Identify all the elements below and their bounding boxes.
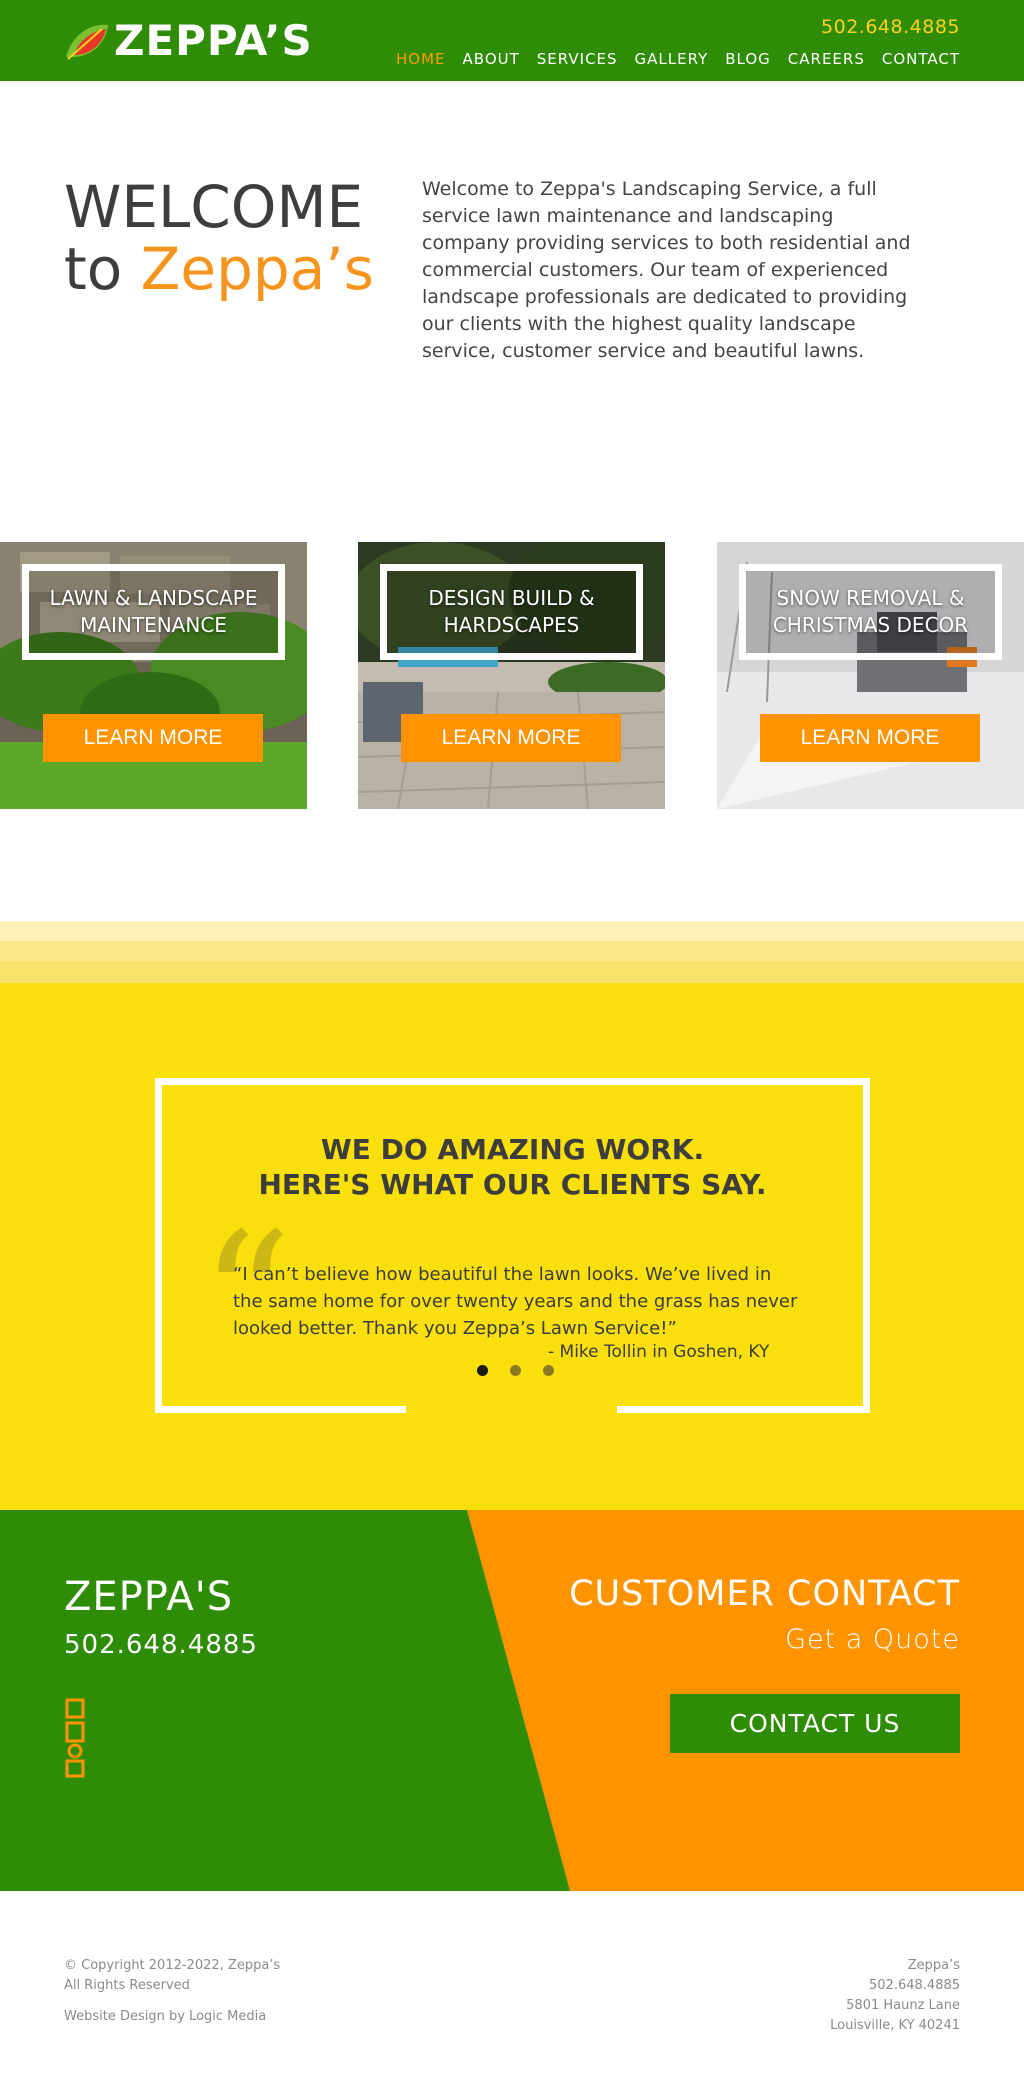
welcome-line1: WELCOME <box>64 173 364 241</box>
welcome-line2-accent: Zeppa’s <box>140 235 374 303</box>
band-stripe <box>0 941 1024 961</box>
nav-careers[interactable]: CAREERS <box>788 50 865 68</box>
card-title: LAWN & LANDSCAPE MAINTENANCE <box>49 586 258 637</box>
testimonial-author: - Mike Tollin in Goshen, KY <box>548 1342 770 1362</box>
card-title-frame: LAWN & LANDSCAPE MAINTENANCE <box>22 564 285 660</box>
slider-dot-3[interactable] <box>543 1365 554 1376</box>
card-title-frame: DESIGN BUILD & HARDSCAPES <box>380 564 643 660</box>
main-nav: HOME ABOUT SERVICES GALLERY BLOG CAREERS… <box>396 50 960 68</box>
testimonial-heading: WE DO AMAZING WORK. HERE'S WHAT OUR CLIEN… <box>258 1133 767 1201</box>
service-card-snow: SNOW REMOVAL & CHRISTMAS DECOR LEARN MORE <box>717 542 1024 809</box>
card-title: DESIGN BUILD & HARDSCAPES <box>428 586 595 637</box>
logo-text: ZEPPA’S <box>114 16 313 65</box>
learn-more-design-button[interactable]: LEARN MORE <box>401 714 621 762</box>
logo-link[interactable]: ZEPPA’S <box>64 20 313 62</box>
frame-bottom-left <box>155 1406 406 1413</box>
frame-bottom-right <box>617 1406 870 1413</box>
service-card-lawn: LAWN & LANDSCAPE MAINTENANCE LEARN MORE <box>0 542 307 809</box>
footer-address: Zeppa’s 502.648.4885 5801 Haunz Lane Lou… <box>830 1958 960 2033</box>
learn-more-lawn-button[interactable]: LEARN MORE <box>43 714 263 762</box>
nav-about[interactable]: ABOUT <box>463 50 520 68</box>
design-credit-link[interactable]: Website Design by Logic Media <box>64 2009 266 2024</box>
copyright: © Copyright 2012-2022, Zeppa’s All Rights… <box>64 1958 281 1993</box>
slider-dot-1[interactable] <box>477 1365 488 1376</box>
contact-brand: ZEPPA'S <box>64 1574 234 1620</box>
header-phone[interactable]: 502.648.4885 <box>821 16 960 38</box>
contact-us-button[interactable]: CONTACT US <box>670 1694 960 1753</box>
contact-phone[interactable]: 502.648.4885 <box>64 1630 258 1660</box>
welcome-paragraph: Welcome to Zeppa's Landscaping Service, … <box>422 178 911 362</box>
band-stripe <box>0 961 1024 983</box>
card-title-frame: SNOW REMOVAL & CHRISTMAS DECOR <box>739 564 1002 660</box>
nav-gallery[interactable]: GALLERY <box>635 50 709 68</box>
nav-blog[interactable]: BLOG <box>725 50 771 68</box>
customer-contact-heading: CUSTOMER CONTACT <box>569 1574 960 1614</box>
slider-dot-2[interactable] <box>510 1365 521 1376</box>
houzz-icon[interactable] <box>64 1697 86 1779</box>
learn-more-snow-button[interactable]: LEARN MORE <box>760 714 980 762</box>
testimonial-dots <box>477 1365 554 1376</box>
leaf-logo-icon <box>66 24 108 60</box>
nav-contact[interactable]: CONTACT <box>882 50 960 68</box>
welcome-heading: WELCOME to Zeppa’s <box>64 176 374 300</box>
nav-home[interactable]: HOME <box>396 50 446 68</box>
card-title: SNOW REMOVAL & CHRISTMAS DECOR <box>772 586 969 637</box>
site-header: ZEPPA’S 502.648.4885 HOME ABOUT SERVICES… <box>0 0 1024 81</box>
band-stripe <box>0 921 1024 941</box>
service-card-design: DESIGN BUILD & HARDSCAPES LEARN MORE <box>358 542 665 809</box>
welcome-line2-prefix: to <box>64 235 123 303</box>
testimonial-quote: “I can’t believe how beautiful the lawn … <box>233 1264 798 1339</box>
get-quote-link[interactable]: Get a Quote <box>785 1624 960 1655</box>
nav-services[interactable]: SERVICES <box>537 50 618 68</box>
